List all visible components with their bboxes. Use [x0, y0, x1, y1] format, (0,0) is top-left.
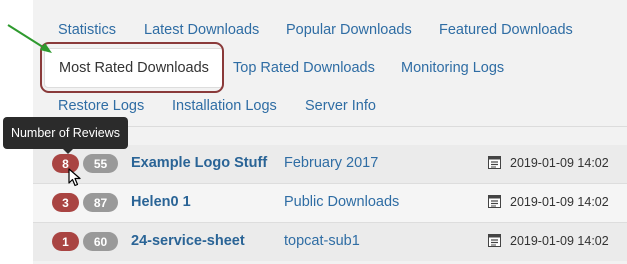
tab-restore-logs[interactable]: Restore Logs	[58, 97, 144, 115]
table-row: 3 87 Helen0 1 Public Downloads 2019-01-0…	[33, 184, 627, 222]
table-row: 1 60 24-service-sheet topcat-sub1 2019-0…	[33, 223, 627, 261]
reviews-tooltip: Number of Reviews	[3, 117, 128, 149]
category-link[interactable]: Public Downloads	[284, 194, 399, 210]
date-text: 2019-01-09 14:02	[510, 156, 609, 170]
date-text: 2019-01-09 14:02	[510, 195, 609, 209]
tooltip-arrow	[63, 149, 73, 154]
download-title-link[interactable]: Helen0 1	[131, 194, 191, 210]
table-row: 8 55 Example Logo Stuff February 2017 20…	[33, 145, 627, 183]
tab-monitoring-logs[interactable]: Monitoring Logs	[401, 59, 504, 77]
mouse-pointer-icon	[68, 168, 81, 187]
tab-top-rated-downloads[interactable]: Top Rated Downloads	[233, 59, 375, 77]
tab-latest-downloads[interactable]: Latest Downloads	[144, 21, 259, 39]
tab-server-info[interactable]: Server Info	[305, 97, 376, 115]
reviews-badge[interactable]: 55	[83, 154, 118, 173]
rating-badge[interactable]: 3	[52, 193, 79, 212]
calendar-icon	[488, 156, 501, 169]
calendar-icon	[488, 195, 501, 208]
tab-featured-downloads[interactable]: Featured Downloads	[439, 21, 573, 39]
calendar-icon	[488, 234, 501, 247]
reviews-badge[interactable]: 60	[83, 232, 118, 251]
date-text: 2019-01-09 14:02	[510, 234, 609, 248]
green-arrow-icon	[7, 24, 52, 53]
rating-badge[interactable]: 1	[52, 232, 79, 251]
download-title-link[interactable]: Example Logo Stuff	[131, 155, 267, 171]
category-link[interactable]: topcat-sub1	[284, 233, 360, 249]
tab-popular-downloads[interactable]: Popular Downloads	[286, 21, 412, 39]
category-link[interactable]: February 2017	[284, 155, 378, 171]
tab-installation-logs[interactable]: Installation Logs	[172, 97, 277, 115]
active-tab-highlight	[40, 42, 224, 93]
tab-statistics[interactable]: Statistics	[58, 21, 116, 39]
reviews-badge[interactable]: 87	[83, 193, 118, 212]
download-title-link[interactable]: 24-service-sheet	[131, 233, 245, 249]
